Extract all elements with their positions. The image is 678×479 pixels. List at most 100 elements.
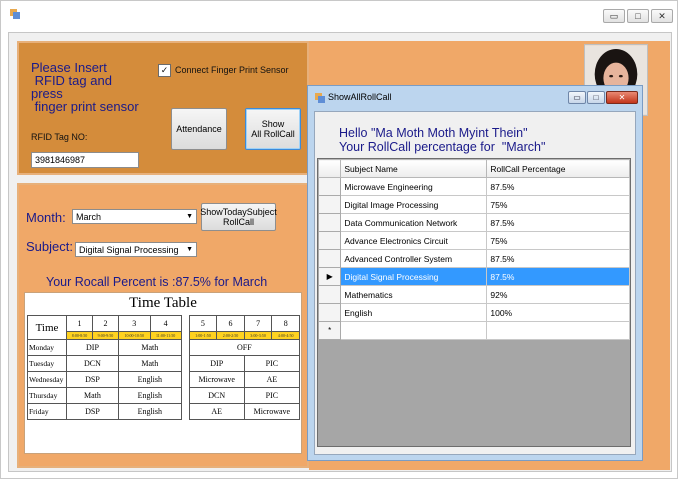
percentage-cell[interactable]: 87.5% bbox=[486, 177, 630, 196]
subject-select[interactable]: Digital Signal Processing ▼ bbox=[75, 242, 197, 257]
show-today-label: RollCall bbox=[222, 217, 254, 227]
period-time: 8:00-8:50 bbox=[66, 331, 93, 340]
timetable-cell: DIP bbox=[188, 355, 245, 372]
row-header[interactable] bbox=[317, 231, 342, 250]
new-row[interactable]: * bbox=[317, 321, 630, 340]
timetable-grid: Time 1 2 3 4 5 6 7 8 8:00-8:50 9:00-9:50 bbox=[27, 315, 301, 420]
percentage-cell[interactable]: 75% bbox=[486, 195, 630, 214]
rfid-tag-input[interactable]: 3981846987 bbox=[31, 152, 139, 168]
period-number: 5 bbox=[188, 315, 218, 332]
rollcall-result-text: Your Rocall Percent is :87.5% for March bbox=[46, 275, 268, 289]
chevron-down-icon: ▼ bbox=[186, 213, 193, 220]
month-select[interactable]: March ▼ bbox=[72, 209, 197, 224]
title-bar[interactable]: ▭ □ ✕ bbox=[1, 1, 677, 29]
period-number: 4 bbox=[149, 315, 182, 332]
period-number: 2 bbox=[91, 315, 119, 332]
timetable-cell: DSP bbox=[66, 403, 119, 420]
timetable-cell: Math bbox=[66, 387, 119, 404]
column-header[interactable]: Subject Name bbox=[340, 159, 488, 178]
popup-minimize-button[interactable]: ▭ bbox=[568, 91, 586, 104]
percentage-cell[interactable]: 100% bbox=[486, 303, 630, 322]
period-number: 8 bbox=[271, 315, 300, 332]
table-row[interactable]: Advanced Controller System 87.5% bbox=[317, 249, 630, 268]
row-header[interactable] bbox=[317, 195, 342, 214]
percentage-cell[interactable]: 75% bbox=[486, 231, 630, 250]
subject-cell[interactable]: Digital Image Processing bbox=[340, 195, 488, 214]
subject-cell[interactable]: Microwave Engineering bbox=[340, 177, 488, 196]
column-header[interactable]: RollCall Percentage bbox=[486, 159, 630, 178]
timetable-cell: Math bbox=[117, 355, 182, 372]
table-row-selected[interactable]: ▶ Digital Signal Processing 87.5% bbox=[317, 267, 630, 286]
percentage-cell[interactable]: 87.5% bbox=[486, 267, 630, 286]
subject-cell[interactable]: English bbox=[340, 303, 488, 322]
period-number: 3 bbox=[117, 315, 151, 332]
instruction-text: Please Insert RFID tag and press finger … bbox=[31, 61, 139, 113]
timetable-cell: DCN bbox=[66, 355, 119, 372]
timetable-cell: English bbox=[117, 387, 182, 404]
timetable-cell: DSP bbox=[66, 371, 119, 388]
row-header[interactable] bbox=[317, 303, 342, 322]
popup-maximize-button[interactable]: □ bbox=[587, 91, 605, 104]
period-number: 7 bbox=[243, 315, 273, 332]
popup-close-button[interactable]: ✕ bbox=[606, 91, 638, 104]
row-header[interactable] bbox=[317, 285, 342, 304]
rollcall-grid[interactable]: Subject Name RollCall Percentage Microwa… bbox=[317, 158, 631, 447]
table-row[interactable]: Digital Image Processing 75% bbox=[317, 195, 630, 214]
subject-cell[interactable]: Digital Signal Processing bbox=[340, 267, 488, 286]
rollcall-table: Subject Name RollCall Percentage Microwa… bbox=[317, 159, 630, 340]
percentage-cell[interactable]: 92% bbox=[486, 285, 630, 304]
table-row[interactable]: Data Communication Network 87.5% bbox=[317, 213, 630, 232]
table-row[interactable]: English 100% bbox=[317, 303, 630, 322]
period-time: 3:00-3:50 bbox=[243, 331, 273, 340]
timetable-cell: PIC bbox=[243, 355, 301, 372]
show-all-rollcall-button[interactable]: Show All RollCall bbox=[245, 108, 301, 150]
maximize-button[interactable]: □ bbox=[627, 9, 649, 23]
subject-cell[interactable]: Data Communication Network bbox=[340, 213, 488, 232]
timetable-cell: Microwave bbox=[243, 403, 301, 420]
period-time: 11:00-11:50 bbox=[149, 331, 182, 340]
lunch-gap bbox=[180, 315, 190, 420]
rfid-tag-label: RFID Tag NO: bbox=[31, 132, 88, 142]
time-header: Time bbox=[27, 315, 67, 340]
timetable-cell: OFF bbox=[188, 339, 301, 356]
row-header[interactable] bbox=[317, 177, 342, 196]
checkbox-check-icon[interactable]: ✓ bbox=[158, 63, 171, 77]
rfid-panel: Please Insert RFID tag and press finger … bbox=[17, 41, 309, 175]
current-row-arrow-icon[interactable]: ▶ bbox=[317, 267, 342, 286]
greeting-line: Hello "Ma Moth Moth Myint Thein" bbox=[339, 126, 528, 140]
day-label: Tuesday bbox=[27, 355, 67, 372]
timetable-cell: English bbox=[117, 371, 182, 388]
day-label: Wednesday bbox=[27, 371, 67, 388]
close-button[interactable]: ✕ bbox=[651, 9, 673, 23]
row-header[interactable] bbox=[317, 213, 342, 232]
subject-cell[interactable]: Advanced Controller System bbox=[340, 249, 488, 268]
table-row[interactable]: Advance Electronics Circuit 75% bbox=[317, 231, 630, 250]
timetable-image: Time Table Time 1 2 3 4 5 6 7 8 8:00-8:5… bbox=[24, 292, 302, 454]
app-icon bbox=[315, 93, 325, 103]
subject-cell[interactable]: Mathematics bbox=[340, 285, 488, 304]
attendance-button[interactable]: Attendance bbox=[171, 108, 227, 150]
period-time: 9:00-9:50 bbox=[91, 331, 119, 340]
row-header[interactable] bbox=[317, 249, 342, 268]
popup-title-bar[interactable]: ShowAllRollCall ▭ □ ✕ bbox=[308, 86, 642, 110]
day-label: Monday bbox=[27, 339, 67, 356]
period-number: 1 bbox=[66, 315, 93, 332]
subject-cell[interactable]: Advance Electronics Circuit bbox=[340, 231, 488, 250]
table-row[interactable]: Microwave Engineering 87.5% bbox=[317, 177, 630, 196]
day-label: Friday bbox=[27, 403, 67, 420]
minimize-button[interactable]: ▭ bbox=[603, 9, 625, 23]
instruction-line: finger print sensor bbox=[31, 99, 139, 114]
greeting-line: Your RollCall percentage for "March" bbox=[339, 140, 546, 154]
percentage-cell[interactable]: 87.5% bbox=[486, 213, 630, 232]
period-number: 6 bbox=[216, 315, 245, 332]
timetable-cell: Math bbox=[117, 339, 182, 356]
subject-cell[interactable] bbox=[340, 321, 488, 340]
table-row[interactable]: Mathematics 92% bbox=[317, 285, 630, 304]
connect-sensor-checkbox[interactable]: ✓ Connect Finger Print Sensor bbox=[158, 63, 289, 77]
percentage-cell[interactable] bbox=[486, 321, 630, 340]
show-today-label: ShowTodaySubject bbox=[200, 207, 277, 217]
row-header-corner bbox=[317, 159, 342, 178]
percentage-cell[interactable]: 87.5% bbox=[486, 249, 630, 268]
new-row-asterisk-icon[interactable]: * bbox=[317, 321, 342, 340]
show-today-rollcall-button[interactable]: ShowTodaySubject RollCall bbox=[200, 203, 277, 231]
